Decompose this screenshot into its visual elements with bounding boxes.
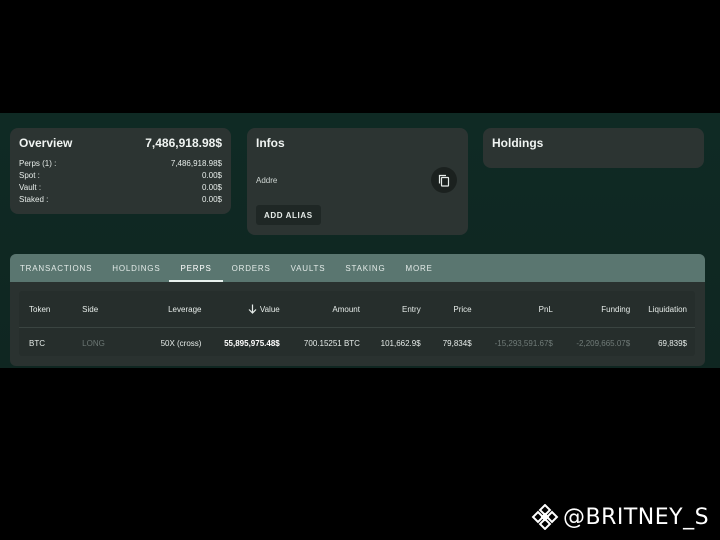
holdings-title: Holdings [492,136,544,150]
tab-orders[interactable]: ORDERS [232,254,271,282]
overview-row-label: Staked : [19,195,49,204]
address-label: Addre [256,175,278,185]
cell-pnl: -15,293,591.67$ [494,338,553,348]
overview-row-value: 7,486,918.98$ [170,159,222,168]
header-liquidation[interactable]: Liquidation [634,305,695,314]
watermark: @BRITNEY_S [531,504,709,530]
cell-funding: -2,209,665.07$ [576,338,631,348]
copy-icon [438,174,450,187]
portfolio-page: Overview 7,486,918.98$ Perps (1) : 7,486… [0,113,720,368]
copy-address-button[interactable] [431,167,457,193]
header-entry[interactable]: Entry [364,305,425,314]
header-price[interactable]: Price [425,305,476,314]
sort-down-arrow-icon [248,304,257,314]
cell-amount: 700.15251 BTC [303,338,360,348]
holdings-card: Holdings [483,128,704,168]
top-black-band [0,0,720,113]
tab-perps[interactable]: PERPS [169,254,223,282]
overview-row-staked: Staked : 0.00$ [19,194,222,206]
tab-bar: TRANSACTIONS HOLDINGS PERPS ORDERS VAULT… [10,254,705,282]
cell-entry: 101,662.9$ [380,338,421,348]
overview-row-spot: Spot : 0.00$ [19,170,222,182]
table-header: Token Side Leverage Value Amount Entry P… [19,291,695,328]
positions-panel: TRANSACTIONS HOLDINGS PERPS ORDERS VAULT… [10,254,705,366]
header-amount[interactable]: Amount [284,305,364,314]
cell-liquidation: 69,839$ [658,338,687,348]
header-leverage[interactable]: Leverage [115,305,203,314]
overview-card: Overview 7,486,918.98$ Perps (1) : 7,486… [10,128,231,214]
add-alias-button[interactable]: ADD ALIAS [256,205,321,225]
tab-transactions[interactable]: TRANSACTIONS [20,254,92,282]
cell-leverage: 50X (cross) [160,338,202,348]
overview-row-vault: Vault : 0.00$ [19,182,222,194]
overview-row-label: Spot : [19,171,40,180]
overview-total: 7,486,918.98$ [145,136,222,150]
binance-logo-icon [531,504,559,530]
perps-table: Token Side Leverage Value Amount Entry P… [19,291,695,356]
cell-side: LONG [82,338,105,348]
header-funding[interactable]: Funding [557,305,634,314]
tab-vaults[interactable]: VAULTS [291,254,326,282]
header-value-sort[interactable]: Value [203,304,283,314]
overview-row-label: Perps (1) : [19,159,57,168]
overview-row-perps: Perps (1) : 7,486,918.98$ [19,158,222,170]
overview-row-value: 0.00$ [201,171,222,180]
header-value: Value [259,304,280,314]
overview-row-value: 0.00$ [201,195,222,204]
header-pnl[interactable]: PnL [476,305,557,314]
tab-staking[interactable]: STAKING [345,254,385,282]
table-row[interactable]: BTC LONG 50X (cross) 55,895,975.48$ 700.… [19,328,695,358]
infos-card: Infos Addre ADD ALIAS [247,128,468,235]
overview-row-value: 0.00$ [201,183,222,192]
cell-price: 79,834$ [442,338,472,348]
tab-more[interactable]: MORE [405,254,432,282]
header-token[interactable]: Token [19,305,68,314]
tab-holdings[interactable]: HOLDINGS [112,254,160,282]
overview-row-label: Vault : [19,183,42,192]
infos-title: Infos [256,136,285,150]
header-side[interactable]: Side [68,305,115,314]
overview-title: Overview [19,136,73,150]
watermark-handle: @BRITNEY_S [563,504,710,530]
cell-token: BTC [29,338,45,348]
cell-value: 55,895,975.48$ [224,338,280,348]
